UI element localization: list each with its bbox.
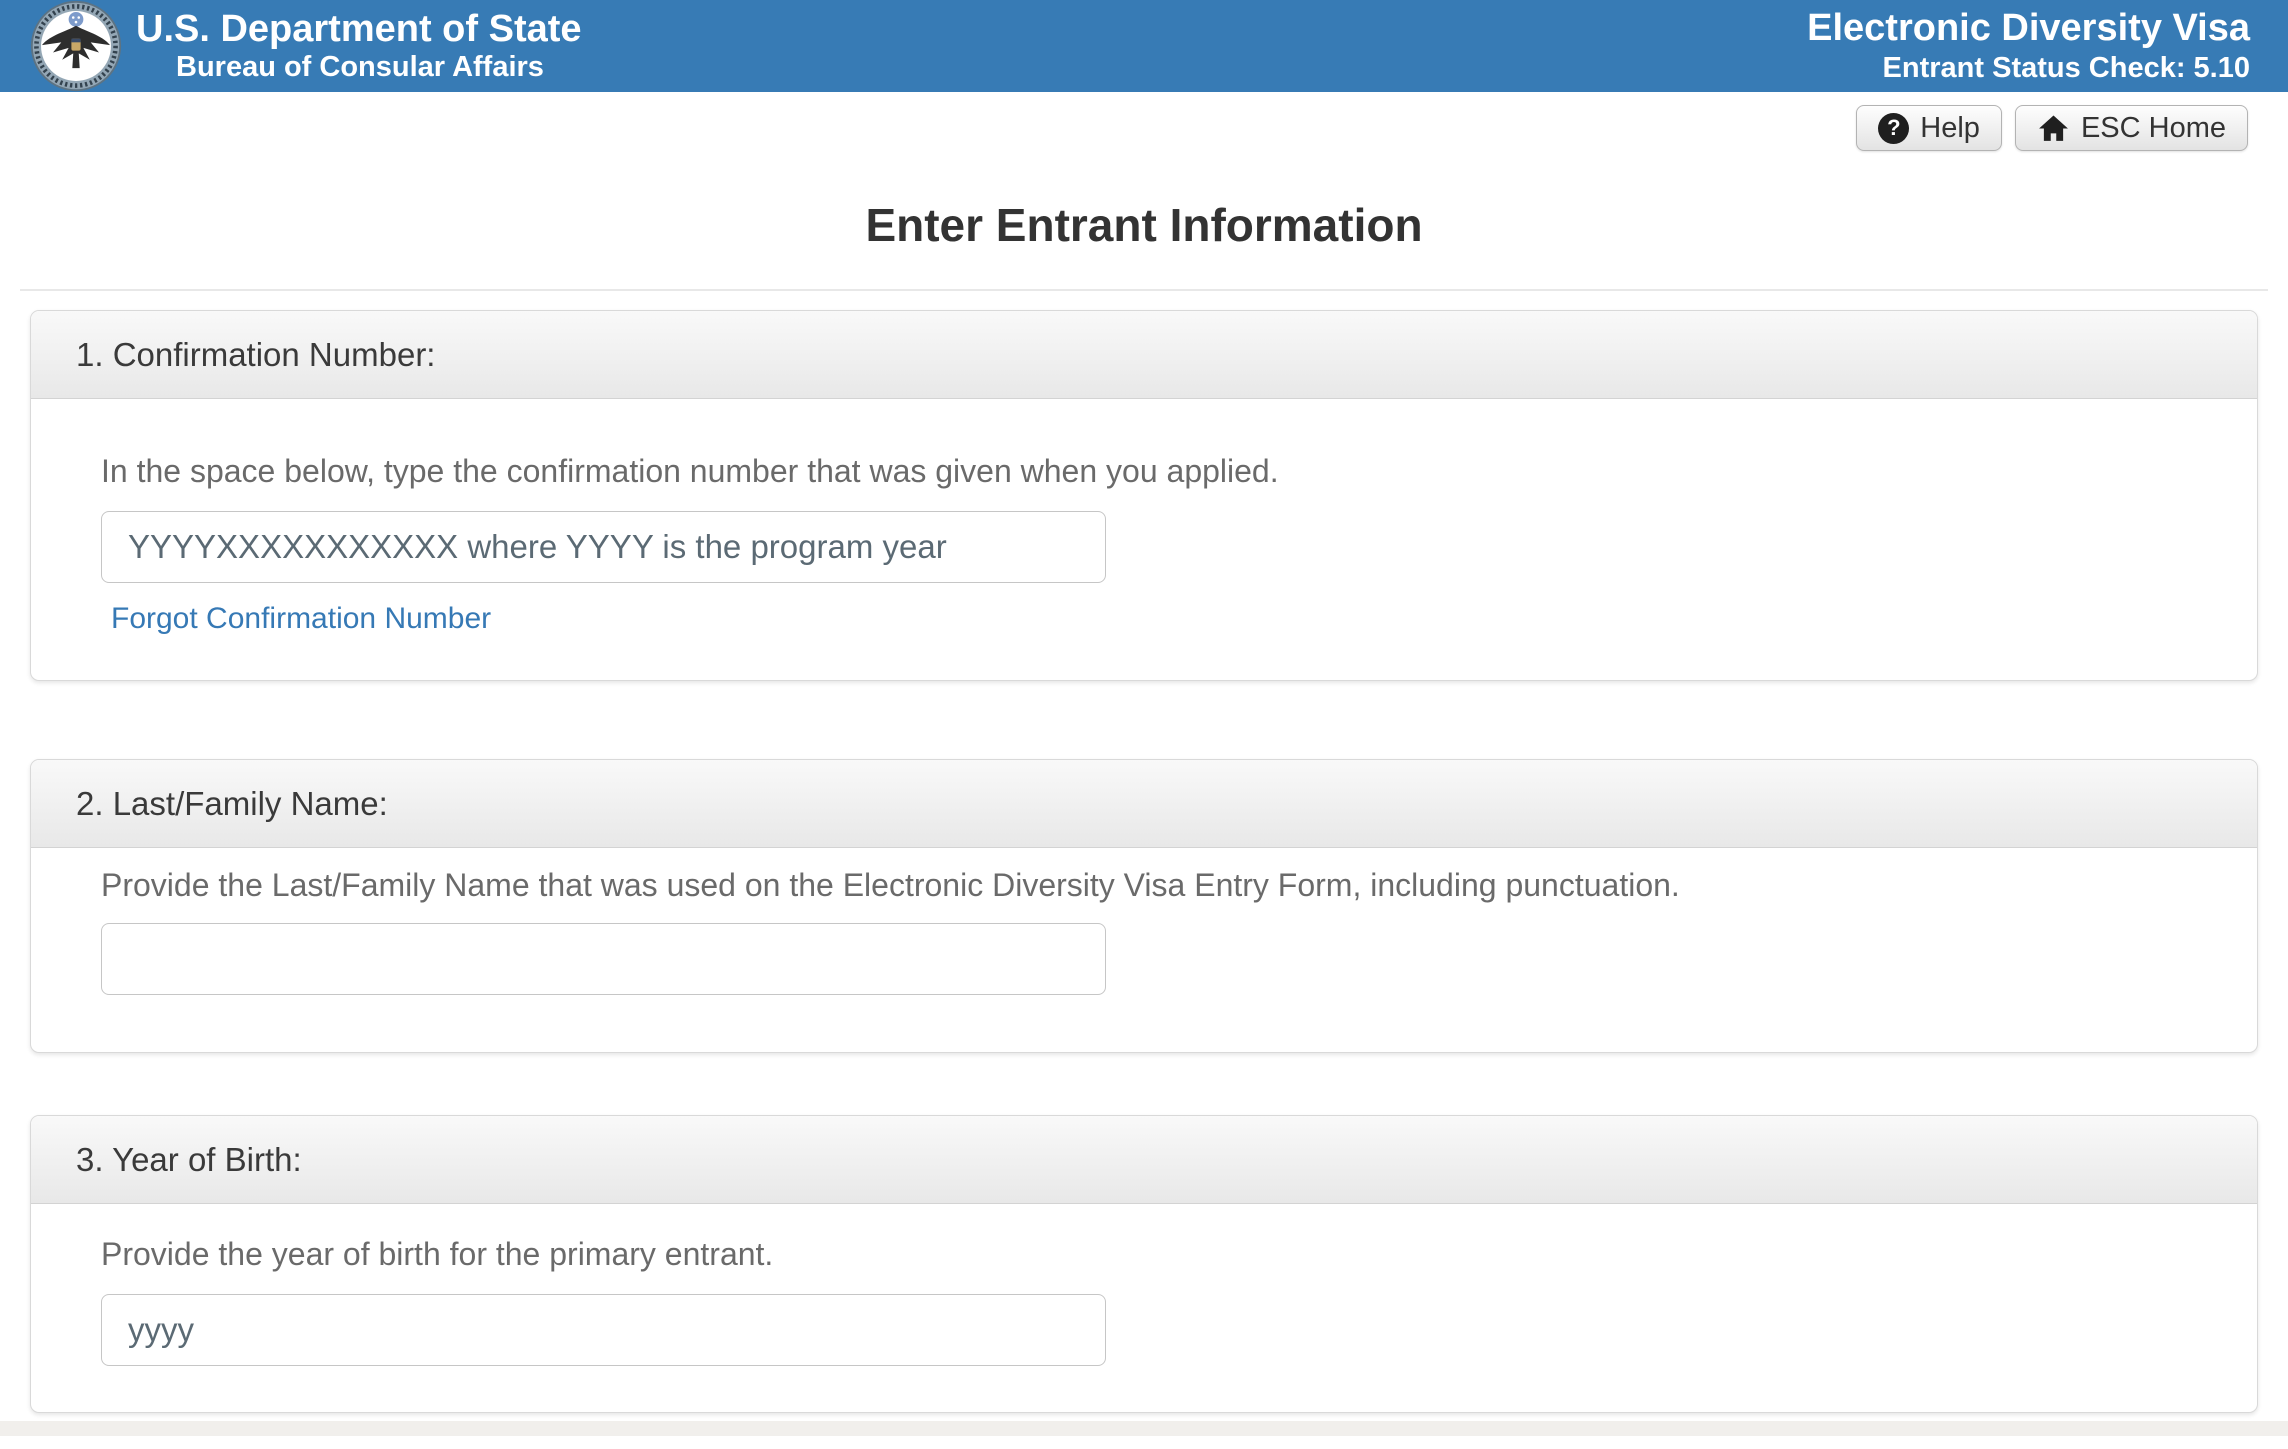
- page-title: Enter Entrant Information: [0, 198, 2288, 252]
- section-header-last-family-name: 2. Last/Family Name:: [31, 760, 2257, 848]
- section-header-confirmation-number: 1. Confirmation Number:: [31, 311, 2257, 399]
- instruction-text: Provide the Last/Family Name that was us…: [101, 867, 2187, 904]
- section-last-family-name: 2. Last/Family Name: Provide the Last/Fa…: [30, 759, 2258, 1053]
- bureau-subtitle: Bureau of Consular Affairs: [176, 52, 582, 84]
- brand-text: U.S. Department of State Bureau of Consu…: [136, 8, 582, 84]
- question-circle-icon: ?: [1878, 113, 1909, 144]
- esc-home-button[interactable]: ESC Home: [2015, 105, 2248, 151]
- section-confirmation-number: 1. Confirmation Number: In the space bel…: [30, 310, 2258, 681]
- help-button-label: Help: [1920, 112, 1980, 145]
- section-label: 3. Year of Birth:: [76, 1141, 302, 1179]
- section-label: 1. Confirmation Number:: [76, 336, 435, 374]
- agency-title: U.S. Department of State: [136, 8, 582, 51]
- link-row: Forgot Confirmation Number: [101, 601, 2187, 642]
- app-title: Electronic Diversity Visa: [1807, 7, 2250, 50]
- title-divider: [20, 289, 2268, 291]
- app-text: Electronic Diversity Visa Entrant Status…: [1807, 7, 2288, 84]
- year-of-birth-input[interactable]: [101, 1294, 1106, 1366]
- section-body: Provide the year of birth for the primar…: [31, 1204, 2257, 1412]
- brand-block: U.S. Department of State Bureau of Consu…: [0, 0, 582, 92]
- instruction-text: Provide the year of birth for the primar…: [101, 1236, 2187, 1273]
- dos-seal-icon: [30, 0, 122, 92]
- section-label: 2. Last/Family Name:: [76, 785, 388, 823]
- forgot-confirmation-link[interactable]: Forgot Confirmation Number: [111, 602, 491, 635]
- section-body: Provide the Last/Family Name that was us…: [31, 848, 2257, 1052]
- header-bar: U.S. Department of State Bureau of Consu…: [0, 0, 2288, 92]
- toolbar: ? Help ESC Home: [0, 105, 2248, 151]
- section-body: In the space below, type the confirmatio…: [31, 399, 2257, 680]
- esc-home-button-label: ESC Home: [2081, 112, 2226, 145]
- section-header-year-of-birth: 3. Year of Birth:: [31, 1116, 2257, 1204]
- instruction-text: In the space below, type the confirmatio…: [101, 453, 2187, 490]
- home-icon: [2037, 112, 2070, 145]
- confirmation-number-input[interactable]: [101, 511, 1106, 583]
- footer-strip: [0, 1421, 2288, 1436]
- app-subtitle: Entrant Status Check: 5.10: [1807, 53, 2250, 85]
- last-family-name-input[interactable]: [101, 923, 1106, 995]
- section-year-of-birth: 3. Year of Birth: Provide the year of bi…: [30, 1115, 2258, 1413]
- help-button[interactable]: ? Help: [1856, 105, 2002, 151]
